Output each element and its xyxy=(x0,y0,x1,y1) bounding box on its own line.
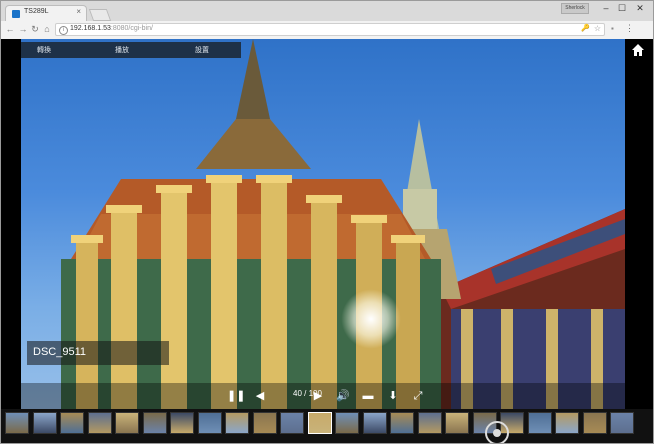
photo-caption: DSC_9511 xyxy=(27,341,169,365)
info-icon[interactable]: i xyxy=(59,26,68,35)
next-arrow-icon[interactable]: ▶ xyxy=(311,389,325,403)
photo-viewer: 轉換 播放 設置 DSC_9511 ❚❚ ◀ 40 / 100 ▶ 🔊 ▬ ⬇ … xyxy=(1,39,653,443)
user-profile-badge[interactable]: Sherlock xyxy=(561,3,589,14)
thumbnail-item[interactable] xyxy=(142,412,167,434)
download-icon[interactable]: ⬇ xyxy=(385,389,401,403)
tab-strip: TS289L × Sherlock – ☐ ✕ xyxy=(1,1,653,21)
maximize-button[interactable]: ☐ xyxy=(615,3,629,14)
prev-arrow-icon[interactable]: ◀ xyxy=(253,389,267,403)
temple-photo-drawing xyxy=(61,39,625,423)
main-photo[interactable] xyxy=(21,39,625,423)
thumbnail-item[interactable] xyxy=(280,412,304,434)
browser-window: TS289L × Sherlock – ☐ ✕ ← → ↻ ⌂ i 192.16… xyxy=(0,0,654,444)
home-icon[interactable] xyxy=(631,43,645,57)
thumbnail-item[interactable] xyxy=(225,412,249,434)
browser-tab[interactable]: TS289L × xyxy=(5,5,87,21)
home-nav-icon[interactable]: ⌂ xyxy=(42,24,52,34)
viewer-menu-bar: 轉換 播放 設置 xyxy=(21,42,241,58)
comment-icon[interactable]: ▬ xyxy=(361,389,375,403)
reload-icon[interactable]: ↻ xyxy=(30,24,40,35)
thumbnail-item[interactable] xyxy=(197,412,222,434)
thumbnail-item[interactable] xyxy=(170,412,194,434)
thumbnail-item[interactable] xyxy=(115,412,139,434)
thumbnail-item[interactable] xyxy=(390,412,414,434)
fullscreen-icon[interactable]: ⤢ xyxy=(411,389,425,403)
minimize-button[interactable]: – xyxy=(599,3,613,13)
forward-arrow-icon[interactable]: → xyxy=(18,24,28,34)
thumbnail-item[interactable] xyxy=(307,412,332,434)
menu-item-settings[interactable]: 設置 xyxy=(195,45,209,55)
url-text: 192.168.1.53:8080/cgi-bin/ xyxy=(70,25,153,32)
thumbnail-item[interactable] xyxy=(362,412,387,434)
playback-controls: ❚❚ ◀ 40 / 100 ▶ 🔊 ▬ ⬇ ⤢ xyxy=(21,383,625,409)
sun-glare xyxy=(341,289,401,349)
tab-title: TS289L xyxy=(24,8,49,15)
browser-menu-icon[interactable]: ⋮ xyxy=(625,23,634,34)
pause-icon[interactable]: ❚❚ xyxy=(227,389,245,403)
thumbnail-item[interactable] xyxy=(60,412,84,434)
browser-toolbar: ← → ↻ ⌂ i 192.168.1.53:8080/cgi-bin/ 🔑 ☆… xyxy=(1,21,653,40)
menu-item-play[interactable]: 播放 xyxy=(115,45,129,55)
new-tab-button[interactable] xyxy=(88,9,112,21)
back-arrow-icon[interactable]: ← xyxy=(5,24,15,34)
photo-filename: DSC_9511 xyxy=(33,346,86,358)
close-window-button[interactable]: ✕ xyxy=(633,3,647,14)
site-watermark xyxy=(485,421,509,443)
thumbnail-item[interactable] xyxy=(87,412,112,434)
thumbnail-item[interactable] xyxy=(32,412,57,434)
address-bar[interactable]: i 192.168.1.53:8080/cgi-bin/ 🔑 ☆ xyxy=(55,23,605,36)
key-icon[interactable]: 🔑 xyxy=(581,24,590,32)
thumbnail-item[interactable] xyxy=(335,412,359,434)
tab-favicon-icon xyxy=(12,10,20,18)
volume-icon[interactable]: 🔊 xyxy=(335,389,351,403)
tab-close-button[interactable]: × xyxy=(76,7,81,16)
thumbnail-item[interactable] xyxy=(252,412,277,434)
menu-item-convert[interactable]: 轉換 xyxy=(37,45,51,55)
bookmark-star-icon[interactable]: ☆ xyxy=(594,24,601,33)
thumbnail-item[interactable] xyxy=(417,412,442,434)
thumbnail-item[interactable] xyxy=(445,412,469,434)
extension-icon[interactable]: ▪ xyxy=(611,24,614,33)
thumbnail-item[interactable] xyxy=(5,412,29,434)
